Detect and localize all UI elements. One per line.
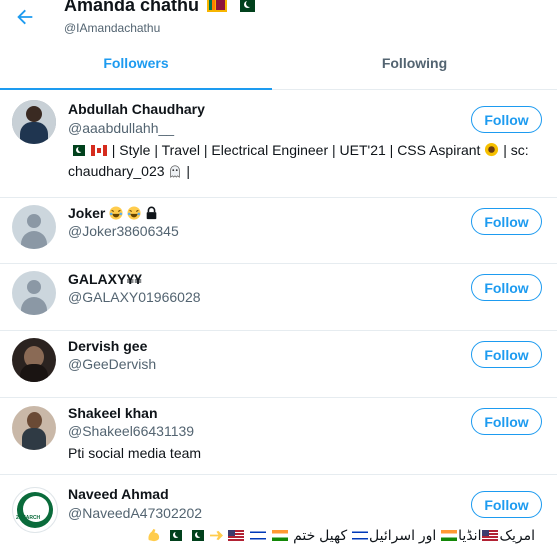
- list-item[interactable]: Joker @Joker38606345 Follow: [0, 198, 557, 264]
- profile-header: Amanda chathu @IAmandachathu: [0, 0, 557, 40]
- israel-flag-icon: [250, 530, 267, 541]
- user-handle[interactable]: @Joker38606345: [68, 223, 179, 239]
- lock-icon: [145, 206, 158, 223]
- user-bio: Pti social media team: [68, 445, 202, 461]
- follow-button[interactable]: Follow: [471, 274, 542, 301]
- back-arrow-icon[interactable]: [14, 6, 38, 28]
- india-flag-icon: [272, 530, 289, 541]
- india-flag-icon: [441, 530, 458, 541]
- flexed-biceps-icon: [146, 527, 161, 547]
- list-item[interactable]: Dervish gee @GeeDervish Follow: [0, 331, 557, 398]
- user-name[interactable]: Naveed Ahmad: [68, 486, 169, 502]
- profile-name-text: Amanda chathu: [64, 0, 200, 15]
- follow-tabs: Followers Following: [0, 45, 557, 90]
- profile-handle: @IAmandachathu: [64, 21, 161, 35]
- pakistan-flag-icon: [187, 530, 204, 541]
- pakistan-flag-icon: [69, 145, 85, 156]
- user-handle[interactable]: @GeeDervish: [68, 356, 156, 372]
- list-item[interactable]: Abdullah Chaudhary @aaabdullahh__ | Styl…: [0, 90, 557, 198]
- user-handle[interactable]: @GALAXY01966028: [68, 289, 201, 305]
- follow-button[interactable]: Follow: [471, 341, 542, 368]
- sri-lanka-flag-icon: [207, 0, 228, 12]
- usa-flag-icon: [228, 530, 245, 541]
- follow-button[interactable]: Follow: [471, 106, 542, 133]
- follow-button[interactable]: Follow: [471, 491, 542, 518]
- usa-flag-icon: [482, 530, 499, 541]
- bio-urdu-2: انڈیا: [458, 527, 482, 543]
- user-name[interactable]: Shakeel khan: [68, 405, 158, 421]
- user-handle[interactable]: @aaabdullahh__: [68, 120, 174, 136]
- user-handle[interactable]: @Shakeel66431139: [68, 423, 194, 439]
- avatar[interactable]: [12, 205, 56, 249]
- list-item[interactable]: GALAXY¥¥ @GALAXY01966028 Follow: [0, 264, 557, 331]
- pakistan-flag-icon: [235, 0, 256, 12]
- israel-flag-icon: [352, 530, 368, 541]
- list-item[interactable]: 23MARCH Naveed Ahmad @NaveedA47302202 ام…: [0, 475, 557, 550]
- ghost-icon: [168, 164, 182, 183]
- user-bio: امریک انڈیا اور اسرائیل کھیل ختم: [68, 526, 535, 547]
- follow-button[interactable]: Follow: [471, 208, 542, 235]
- list-item[interactable]: Shakeel khan @Shakeel66431139 Pti social…: [0, 398, 557, 475]
- user-name[interactable]: GALAXY¥¥: [68, 271, 142, 287]
- bio-text-end: |: [186, 163, 190, 179]
- bio-urdu-4: کھیل ختم: [293, 527, 348, 543]
- bio-urdu-1: امریک: [499, 527, 535, 543]
- hand-icon: [209, 528, 224, 547]
- user-handle[interactable]: @NaveedA47302202: [68, 505, 202, 521]
- sunflower-icon: [484, 142, 499, 162]
- avatar[interactable]: [12, 271, 56, 315]
- user-bio: | Style | Travel | Electrical Engineer |…: [68, 141, 538, 183]
- user-name[interactable]: Dervish gee: [68, 338, 147, 354]
- profile-name: Amanda chathu: [64, 0, 256, 16]
- bio-text: | Style | Travel | Electrical Engineer |…: [111, 142, 481, 158]
- avatar[interactable]: 23MARCH: [12, 487, 58, 533]
- avatar-badge-text: 23MARCH: [16, 515, 41, 521]
- avatar[interactable]: [12, 338, 56, 382]
- user-name[interactable]: Joker: [68, 205, 158, 223]
- bio-urdu-3: اور اسرائیل: [369, 527, 437, 543]
- tab-followers[interactable]: Followers: [0, 45, 272, 89]
- user-name[interactable]: Abdullah Chaudhary: [68, 101, 205, 117]
- bio-text-line2: chaudhary_023: [68, 163, 165, 179]
- canada-flag-icon: [90, 145, 107, 156]
- avatar[interactable]: [12, 406, 56, 450]
- tab-following[interactable]: Following: [272, 45, 557, 89]
- laughing-face-icon: [127, 206, 141, 223]
- bio-text-tail: | sc:: [503, 142, 529, 158]
- follow-button[interactable]: Follow: [471, 408, 542, 435]
- laughing-face-icon: [109, 206, 123, 223]
- avatar[interactable]: [12, 100, 56, 144]
- user-name-text: Joker: [68, 205, 106, 221]
- pakistan-flag-icon: [165, 530, 182, 541]
